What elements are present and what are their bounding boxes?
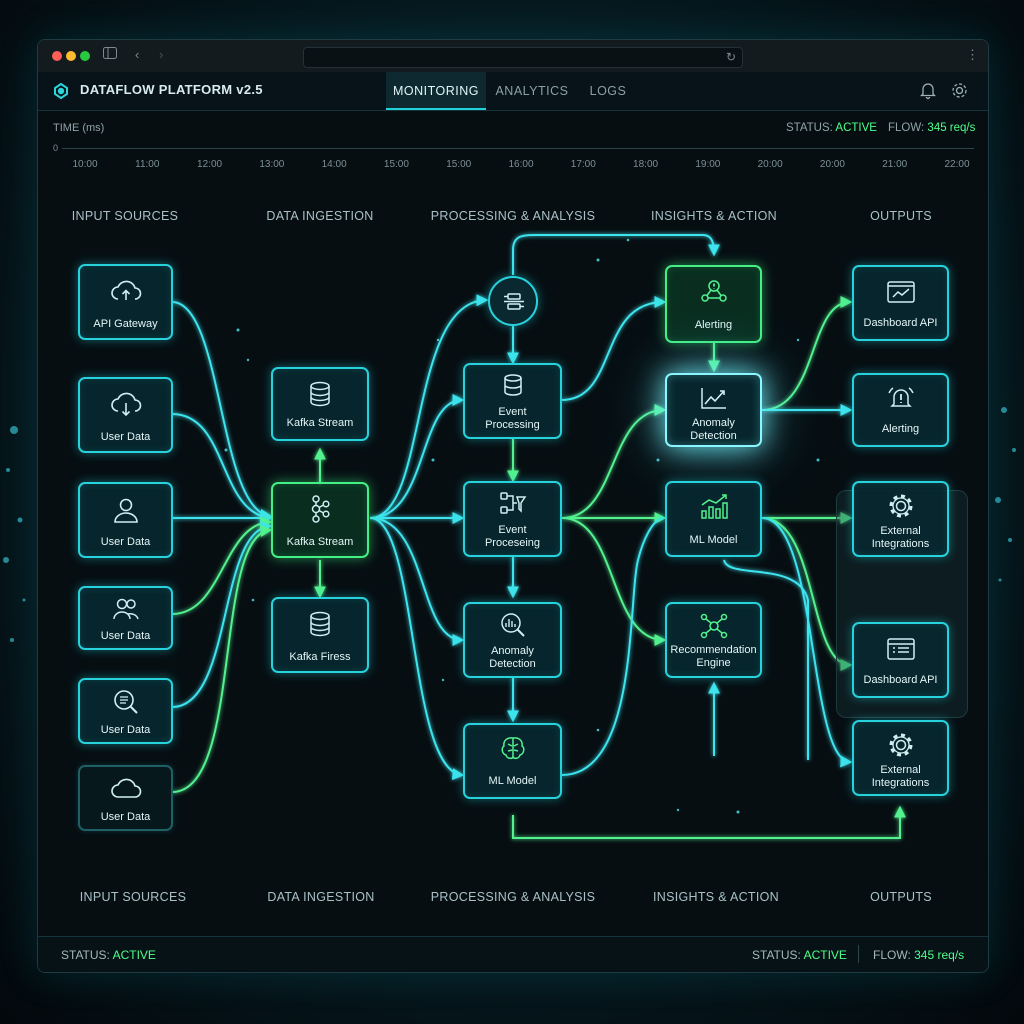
cloud-upload-icon (109, 278, 143, 309)
status-badge: ACTIVE (803, 948, 847, 962)
gear-icon (887, 731, 915, 764)
node-event-processing-2[interactable]: Event Proceseing (463, 481, 562, 557)
column-footer-outputs: OUTPUTS (870, 890, 932, 904)
network-nodes-icon (699, 612, 729, 645)
footer-divider (858, 945, 859, 963)
user-icon (112, 496, 140, 529)
node-kafka-stream-main[interactable]: Kafka Stream (271, 482, 369, 558)
node-dashboard-api-1[interactable]: Dashboard API (852, 265, 949, 341)
footer-flow: FLOW: 345 req/s (873, 948, 965, 962)
status-bar: STATUS: ACTIVE STATUS: ACTIVE FLOW: 345 … (38, 936, 988, 972)
status-badge: ACTIVE (112, 948, 156, 962)
node-event-processing-1[interactable]: Event Processing (463, 363, 562, 439)
column-footer-input-sources: INPUT SOURCES (79, 890, 187, 904)
kafka-icon (308, 494, 332, 529)
node-kafka-firess[interactable]: Kafka Firess (271, 597, 369, 673)
node-ml-model-insight[interactable]: ML Model (665, 481, 762, 557)
column-footer-data-ingestion: DATA INGESTION (267, 890, 375, 904)
footer-status-right: STATUS: ACTIVE (752, 948, 847, 962)
node-recommendation-engine[interactable]: Recommendation Engine (665, 602, 762, 678)
database-icon (308, 381, 332, 412)
cloud-icon (109, 777, 143, 806)
database-icon (502, 373, 524, 402)
node-anomaly-detection-insight[interactable]: Anomaly Detection (665, 373, 762, 447)
node-user-data-5[interactable]: User Data (78, 765, 173, 831)
node-user-data-2[interactable]: User Data (78, 482, 173, 558)
search-database-icon (111, 688, 141, 721)
list-window-icon (886, 636, 916, 667)
node-ml-model-proc[interactable]: ML Model (463, 723, 562, 799)
trend-up-icon (699, 385, 729, 416)
router-icon (503, 292, 525, 317)
alert-network-icon (699, 277, 729, 310)
node-alerting-insight[interactable]: Alerting (665, 265, 762, 343)
magnify-chart-icon (499, 611, 527, 644)
footer-status: STATUS: ACTIVE (61, 948, 156, 962)
cloud-download-icon (109, 391, 143, 424)
bar-chart-trend-icon (699, 493, 729, 526)
node-external-integrations-2[interactable]: External Integrations (852, 720, 949, 796)
flow-rate: 345 req/s (914, 948, 965, 962)
column-footer-insights: INSIGHTS & ACTION (653, 890, 779, 904)
node-user-data-4[interactable]: User Data (78, 678, 173, 744)
browser-window: ‹ › ↻ ⋮ DATAFLOW PLATFORM v2.5 MONITORIN… (37, 39, 989, 973)
node-user-data-1[interactable]: User Data (78, 377, 173, 453)
node-alerting-output[interactable]: Alerting (852, 373, 949, 447)
node-anomaly-detection-proc[interactable]: Anomaly Detection (463, 602, 562, 678)
bell-alert-icon (886, 385, 916, 418)
brain-icon (499, 735, 527, 766)
users-icon (111, 596, 141, 627)
node-dashboard-api-2[interactable]: Dashboard API (852, 622, 949, 698)
router-hub[interactable] (488, 276, 538, 326)
database-icon (308, 611, 332, 642)
node-user-data-3[interactable]: User Data (78, 586, 173, 650)
column-footer-processing: PROCESSING & ANALYSIS (430, 890, 596, 904)
node-external-integrations-1[interactable]: External Integrations (852, 481, 949, 557)
filter-process-icon (499, 491, 527, 522)
gear-icon (887, 492, 915, 525)
node-kafka-stream-top[interactable]: Kafka Stream (271, 367, 369, 441)
dashboard-monitor-icon (886, 279, 916, 310)
node-api-gateway[interactable]: API Gateway (78, 264, 173, 340)
